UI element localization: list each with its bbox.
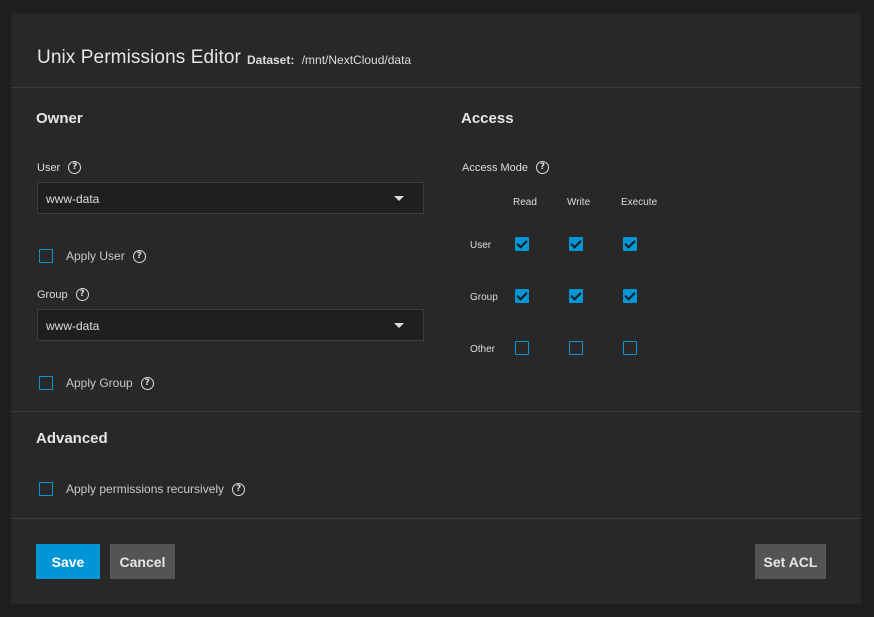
recursive-checkbox-row[interactable]: Apply permissions recursively ? [39, 482, 246, 496]
help-icon[interactable]: ? [140, 376, 154, 390]
dataset-label: Dataset: [247, 53, 295, 67]
footer-divider [11, 518, 861, 519]
help-icon[interactable]: ? [536, 161, 550, 174]
help-icon[interactable]: ? [68, 161, 82, 174]
advanced-section-title: Advanced [36, 430, 108, 447]
user-field-label: User ? [37, 161, 82, 174]
group-read-checkbox[interactable] [515, 289, 529, 303]
access-mode-label-text: Access Mode [462, 161, 529, 174]
owner-section-title: Owner [36, 110, 83, 127]
column-header-read: Read [513, 197, 537, 208]
chevron-down-icon [394, 323, 404, 328]
section-divider [11, 411, 861, 412]
row-label-other: Other [470, 344, 496, 355]
save-button[interactable]: Save [36, 544, 100, 579]
dialog-title: Unix Permissions Editor [37, 47, 241, 68]
group-select-value: www-data [46, 319, 100, 333]
apply-group-checkbox[interactable] [39, 376, 53, 390]
apply-user-label: Apply User [66, 249, 125, 263]
user-select[interactable]: www-data [37, 182, 424, 214]
row-label-group: Group [470, 292, 498, 303]
access-section-title: Access [461, 110, 514, 127]
group-label-text: Group [37, 288, 68, 301]
help-icon[interactable]: ? [75, 288, 89, 301]
help-icon[interactable]: ? [132, 249, 146, 263]
group-select[interactable]: www-data [37, 309, 424, 341]
apply-group-checkbox-row[interactable]: Apply Group ? [39, 376, 154, 390]
permissions-dialog: Unix Permissions Editor Dataset: /mnt/Ne… [11, 13, 861, 604]
user-select-value: www-data [46, 192, 100, 206]
apply-recursive-checkbox[interactable] [39, 482, 53, 496]
other-execute-checkbox[interactable] [623, 341, 637, 355]
access-mode-label: Access Mode ? [462, 161, 550, 174]
user-execute-checkbox[interactable] [623, 237, 637, 251]
dataset-info: Dataset: /mnt/NextCloud/data [247, 53, 411, 67]
user-read-checkbox[interactable] [515, 237, 529, 251]
dialog-header: Unix Permissions Editor Dataset: /mnt/Ne… [11, 13, 861, 88]
cancel-button[interactable]: Cancel [110, 544, 175, 579]
apply-group-label: Apply Group [66, 376, 133, 390]
group-field-label: Group ? [37, 288, 89, 301]
other-read-checkbox[interactable] [515, 341, 529, 355]
group-write-checkbox[interactable] [569, 289, 583, 303]
column-header-write: Write [567, 197, 591, 208]
row-label-user: User [470, 240, 492, 251]
other-write-checkbox[interactable] [569, 341, 583, 355]
group-execute-checkbox[interactable] [623, 289, 637, 303]
user-write-checkbox[interactable] [569, 237, 583, 251]
help-icon[interactable]: ? [232, 482, 246, 496]
set-acl-button[interactable]: Set ACL [755, 544, 826, 579]
chevron-down-icon [394, 196, 404, 201]
dataset-path: /mnt/NextCloud/data [301, 53, 412, 67]
apply-user-checkbox[interactable] [39, 249, 53, 263]
apply-user-checkbox-row[interactable]: Apply User ? [39, 249, 146, 263]
user-label-text: User [37, 161, 61, 174]
apply-recursive-label: Apply permissions recursively [66, 482, 225, 496]
column-header-execute: Execute [621, 197, 658, 208]
